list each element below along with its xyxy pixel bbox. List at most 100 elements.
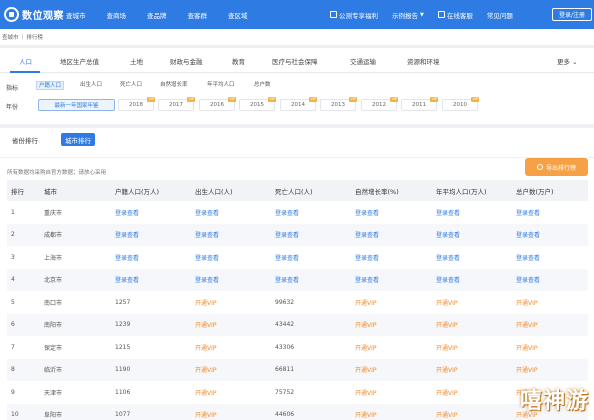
open-vip-link[interactable]: 开通VIP — [436, 322, 458, 329]
login-to-view-link[interactable]: 登录查看 — [195, 232, 219, 239]
value-cell[interactable]: 登录查看 — [351, 246, 432, 269]
tab-healthcare[interactable]: 医疗与社会保障 — [272, 56, 318, 66]
value-cell[interactable]: 开通VIP — [432, 291, 512, 314]
year-2017[interactable]: 2017 VIP — [158, 97, 195, 111]
value-cell[interactable]: 登录查看 — [351, 268, 432, 291]
value-cell[interactable]: 登录查看 — [432, 223, 512, 246]
login-to-view-link[interactable]: 登录查看 — [115, 210, 139, 217]
open-vip-link[interactable]: 开通VIP — [355, 345, 377, 352]
year-2016[interactable]: 2016 VIP — [199, 97, 236, 111]
value-cell[interactable]: 登录查看 — [351, 201, 432, 224]
online-service-link[interactable]: 在线客服 — [437, 10, 473, 20]
value-cell[interactable]: 登录查看 — [432, 268, 512, 291]
login-to-view-link[interactable]: 登录查看 — [516, 277, 540, 284]
value-cell[interactable]: 登录查看 — [512, 201, 588, 224]
login-to-view-link[interactable]: 登录查看 — [355, 255, 379, 262]
open-vip-link[interactable]: 开通VIP — [516, 300, 538, 307]
login-to-view-link[interactable]: 登录查看 — [115, 255, 139, 262]
breadcrumb-city[interactable]: 查城市 — [2, 33, 19, 41]
login-to-view-link[interactable]: 登录查看 — [436, 255, 460, 262]
value-cell[interactable]: 开通VIP — [432, 403, 512, 420]
logo[interactable]: 数位观察 — [4, 6, 64, 23]
year-2011[interactable]: 2011 VIP — [401, 97, 438, 111]
year-2013[interactable]: 2013 VIP — [320, 97, 357, 111]
year-2018[interactable]: 2018 VIP — [118, 97, 155, 111]
value-cell[interactable]: 开通VIP — [351, 358, 432, 381]
login-to-view-link[interactable]: 登录查看 — [115, 277, 139, 284]
header-deaths[interactable]: 死亡人口(人) — [271, 180, 351, 201]
value-cell[interactable]: 开通VIP — [191, 336, 271, 359]
value-cell[interactable]: 开通VIP — [191, 403, 271, 420]
indicator-households[interactable]: 总户数 — [252, 81, 273, 90]
open-vip-link[interactable]: 开通VIP — [516, 367, 538, 374]
nav-link-brand[interactable]: 查品牌 — [147, 10, 167, 20]
value-cell[interactable]: 开通VIP — [351, 336, 432, 359]
value-cell[interactable]: 开通VIP — [432, 336, 512, 359]
header-avg-population[interactable]: 年平均人口(万人) — [432, 180, 512, 201]
value-cell[interactable]: 开通VIP — [191, 313, 271, 336]
value-cell[interactable]: 开通VIP — [432, 381, 512, 404]
login-to-view-link[interactable]: 登录查看 — [436, 232, 460, 239]
value-cell[interactable]: 开通VIP — [351, 403, 432, 420]
login-to-view-link[interactable]: 登录查看 — [275, 232, 299, 239]
nav-link-city[interactable]: 查城市 — [66, 10, 86, 20]
login-to-view-link[interactable]: 登录查看 — [275, 210, 299, 217]
login-to-view-link[interactable]: 登录查看 — [516, 255, 540, 262]
header-households[interactable]: 总户数(万户) — [512, 180, 588, 201]
value-cell[interactable]: 登录查看 — [271, 246, 351, 269]
login-to-view-link[interactable]: 登录查看 — [275, 255, 299, 262]
export-ranking-button[interactable]: 导出排行榜 — [525, 158, 588, 176]
value-cell[interactable]: 登录查看 — [191, 223, 271, 246]
header-growth-rate[interactable]: 自然增长率(%) — [351, 180, 432, 201]
login-to-view-link[interactable]: 登录查看 — [115, 232, 139, 239]
value-cell[interactable]: 开通VIP — [191, 291, 271, 314]
nav-link-region[interactable]: 查区域 — [228, 10, 248, 20]
value-cell[interactable]: 开通VIP — [512, 336, 588, 359]
open-vip-link[interactable]: 开通VIP — [195, 367, 217, 374]
login-to-view-link[interactable]: 登录查看 — [516, 210, 540, 217]
indicator-births[interactable]: 出生人口 — [78, 81, 104, 90]
indicator-growth-rate[interactable]: 自然增长率 — [158, 81, 190, 90]
open-vip-link[interactable]: 开通VIP — [195, 345, 217, 352]
header-city[interactable]: 城市 — [40, 180, 111, 201]
open-vip-link[interactable]: 开通VIP — [436, 345, 458, 352]
value-cell[interactable]: 登录查看 — [432, 246, 512, 269]
value-cell[interactable]: 开通VIP — [191, 381, 271, 404]
open-vip-link[interactable]: 开通VIP — [355, 300, 377, 307]
open-vip-link[interactable]: 开通VIP — [516, 322, 538, 329]
login-to-view-link[interactable]: 登录查看 — [195, 277, 219, 284]
year-2015[interactable]: 2015 VIP — [239, 97, 276, 111]
value-cell[interactable]: 登录查看 — [512, 223, 588, 246]
value-cell[interactable]: 开通VIP — [512, 291, 588, 314]
value-cell[interactable]: 登录查看 — [111, 223, 191, 246]
open-vip-link[interactable]: 开通VIP — [355, 412, 377, 419]
tab-population[interactable]: 人口 — [19, 56, 32, 66]
tab-province-ranking[interactable]: 省份排行 — [8, 133, 42, 146]
open-vip-link[interactable]: 开通VIP — [195, 390, 217, 397]
login-to-view-link[interactable]: 登录查看 — [195, 210, 219, 217]
tab-gdp[interactable]: 地区生产总值 — [60, 56, 99, 66]
login-to-view-link[interactable]: 登录查看 — [355, 277, 379, 284]
value-cell[interactable]: 开通VIP — [191, 358, 271, 381]
open-vip-link[interactable]: 开通VIP — [436, 367, 458, 374]
value-cell[interactable]: 登录查看 — [271, 268, 351, 291]
year-2014[interactable]: 2014 VIP — [280, 97, 317, 111]
more-menu[interactable]: 更多 ⌄ — [557, 56, 578, 66]
login-to-view-link[interactable]: 登录查看 — [436, 277, 460, 284]
open-vip-link[interactable]: 开通VIP — [355, 367, 377, 374]
login-to-view-link[interactable]: 登录查看 — [355, 232, 379, 239]
open-vip-link[interactable]: 开通VIP — [516, 345, 538, 352]
nav-link-mall[interactable]: 查商场 — [107, 10, 127, 20]
open-vip-link[interactable]: 开通VIP — [436, 300, 458, 307]
year-2012[interactable]: 2012 VIP — [361, 97, 398, 111]
value-cell[interactable]: 登录查看 — [111, 268, 191, 291]
tab-transport[interactable]: 交通运输 — [350, 56, 376, 66]
value-cell[interactable]: 开通VIP — [351, 313, 432, 336]
year-2010[interactable]: 2010 VIP — [442, 97, 479, 111]
faq-link[interactable]: 常见问题 — [487, 10, 513, 20]
open-vip-link[interactable]: 开通VIP — [436, 412, 458, 419]
value-cell[interactable]: 开通VIP — [512, 313, 588, 336]
tab-city-ranking[interactable]: 城市排行 — [61, 133, 95, 146]
open-vip-link[interactable]: 开通VIP — [195, 412, 217, 419]
value-cell[interactable]: 登录查看 — [111, 246, 191, 269]
